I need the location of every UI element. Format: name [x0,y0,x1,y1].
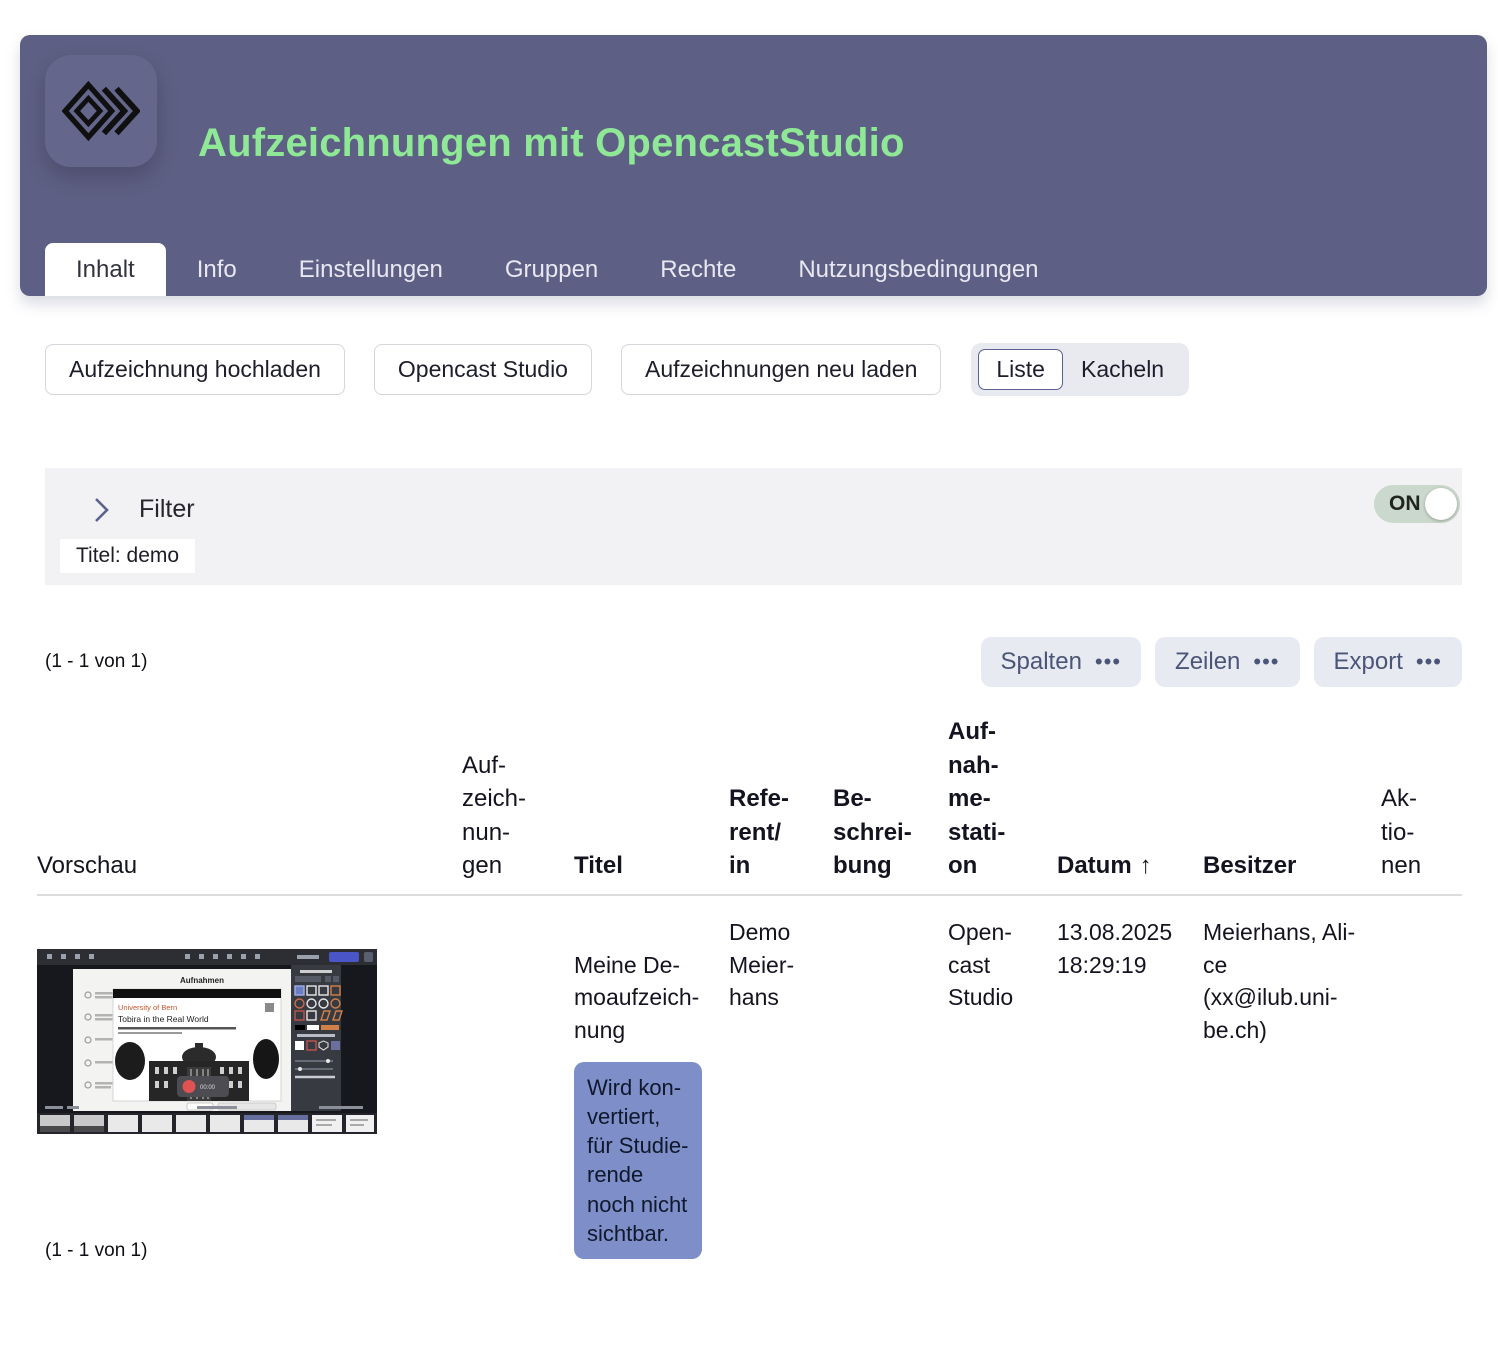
cell-datum: 13.08.2025 18:29:19 [1057,916,1203,981]
svg-text:University of Bern: University of Bern [118,1003,177,1012]
table-row: Aufnahmen University of Bern [37,896,1462,1259]
table-header-row: Vorschau Auf- zeich- nun- gen Titel Refe… [37,700,1462,896]
toggle-on-label: ON [1389,492,1421,516]
sort-ascending-icon: ↑ [1140,852,1152,879]
filter-toggle[interactable]: ON [1374,485,1460,523]
ellipsis-icon: ••• [1253,649,1279,675]
view-tiles-button[interactable]: Kacheln [1063,349,1182,390]
export-menu-button[interactable]: Export ••• [1314,637,1462,687]
page-title: Aufzeichnungen mit OpencastStudio [198,121,905,166]
ellipsis-icon: ••• [1095,649,1121,675]
reload-recordings-button[interactable]: Aufzeichnungen neu laden [621,344,941,395]
app-header: Aufzeichnungen mit OpencastStudio Inhalt… [20,35,1487,296]
column-header-beschreibung[interactable]: Be- schrei- bung [833,782,948,883]
tab-einstellungen[interactable]: Einstellungen [268,243,474,296]
svg-text:Aufnahmen: Aufnahmen [180,976,224,985]
result-count-bottom: (1 - 1 von 1) [45,1240,147,1262]
toolbar: Aufzeichnung hochladen Opencast Studio A… [45,343,1189,396]
cell-referent: Demo Meier- hans [729,916,833,1014]
tab-nutzungsbedingungen[interactable]: Nutzungsbedingungen [767,243,1069,296]
upload-recording-button[interactable]: Aufzeichnung hochladen [45,344,345,395]
column-header-referent[interactable]: Refe- rent/ in [729,782,833,883]
tab-bar: Inhalt Info Einstellungen Gruppen Rechte… [45,243,1070,296]
cell-aufnahmestation: Open- cast Studio [948,916,1057,1014]
result-count-top: (1 - 1 von 1) [45,651,147,673]
table-meta-row: (1 - 1 von 1) Spalten ••• Zeilen ••• Exp… [45,637,1462,687]
column-header-aufnahmestation[interactable]: Auf- nah- me- stati- on [948,715,1057,883]
view-switcher: Liste Kacheln [971,343,1189,396]
cell-vorschau: Aufnahmen University of Bern [37,916,462,1166]
column-header-aufzeichnungen: Auf- zeich- nun- gen [462,749,574,883]
columns-menu-button[interactable]: Spalten ••• [981,637,1142,687]
tab-inhalt[interactable]: Inhalt [45,243,166,296]
cell-titel: Meine De- moaufzeich- nung Wird kon- ver… [574,916,729,1259]
cell-besitzer: Meierhans, Ali- ce (xx@ilub.uni- be.ch) [1203,916,1381,1047]
tab-info[interactable]: Info [166,243,268,296]
opencast-studio-button[interactable]: Opencast Studio [374,344,592,395]
filter-expander[interactable]: Filter [45,468,1462,524]
filter-label: Filter [139,495,195,524]
column-header-aktionen: Ak- tio- nen [1381,782,1462,883]
tab-gruppen[interactable]: Gruppen [474,243,629,296]
opencast-logo [45,55,157,167]
svg-text:Tobira in the Real World: Tobira in the Real World [118,1014,209,1024]
column-header-datum[interactable]: Datum↑ [1057,816,1203,883]
ellipsis-icon: ••• [1416,649,1442,675]
table-actions: Spalten ••• Zeilen ••• Export ••• [981,637,1462,687]
column-header-vorschau: Vorschau [37,849,462,883]
view-list-button[interactable]: Liste [978,349,1063,390]
filter-chip-titel: Titel: demo [60,539,195,573]
chevron-right-icon [93,496,110,524]
recording-title[interactable]: Meine De- moaufzeich- nung [574,952,699,1043]
toggle-knob-icon [1425,488,1457,520]
status-badge: Wird kon- vertiert, für Studie- rende no… [574,1062,702,1260]
recording-preview-image[interactable]: Aufnahmen University of Bern [37,949,377,1134]
filter-panel: Filter ON Titel: demo [45,468,1462,585]
svg-text:00:00: 00:00 [200,1085,216,1091]
column-header-titel[interactable]: Titel [574,849,729,883]
recordings-table: Vorschau Auf- zeich- nun- gen Titel Refe… [37,700,1462,1259]
column-header-besitzer[interactable]: Besitzer [1203,849,1381,883]
rows-menu-button[interactable]: Zeilen ••• [1155,637,1299,687]
opencast-logo-icon [62,80,140,142]
tab-rechte[interactable]: Rechte [629,243,767,296]
